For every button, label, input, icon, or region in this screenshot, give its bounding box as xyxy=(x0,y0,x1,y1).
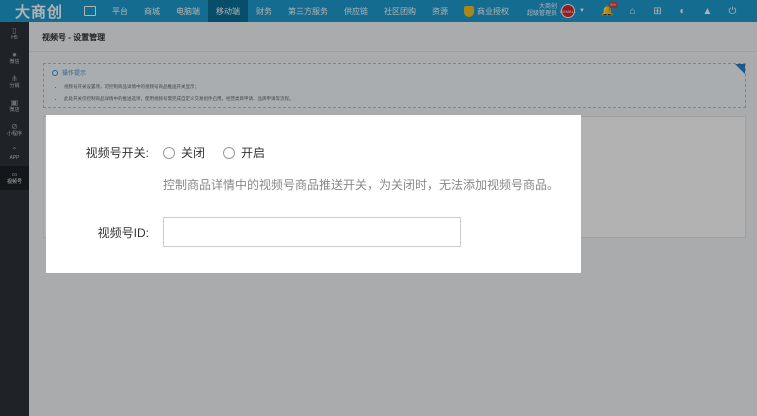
radio-off[interactable]: 关闭 xyxy=(163,144,205,161)
switch-label: 视频号开关: xyxy=(85,146,149,160)
radio-on-label: 开启 xyxy=(241,146,266,160)
radio-off-label: 关闭 xyxy=(181,146,206,160)
settings-modal: 视频号开关: 关闭 开启 控制商品详情中的视频号商品推送开关，为关闭时，无法添加… xyxy=(46,115,581,273)
video-channel-id-input[interactable] xyxy=(163,217,461,247)
id-row: 视频号ID: xyxy=(46,217,461,247)
switch-hint: 控制商品详情中的视频号商品推送开关，为关闭时，无法添加视频号商品。 xyxy=(163,178,560,192)
radio-circle-icon[interactable] xyxy=(163,146,175,159)
id-label: 视频号ID: xyxy=(97,225,149,240)
switch-row: 视频号开关: 关闭 开启 xyxy=(46,144,265,161)
radio-on[interactable]: 开启 xyxy=(223,144,265,161)
radio-circle-icon[interactable] xyxy=(223,146,236,159)
